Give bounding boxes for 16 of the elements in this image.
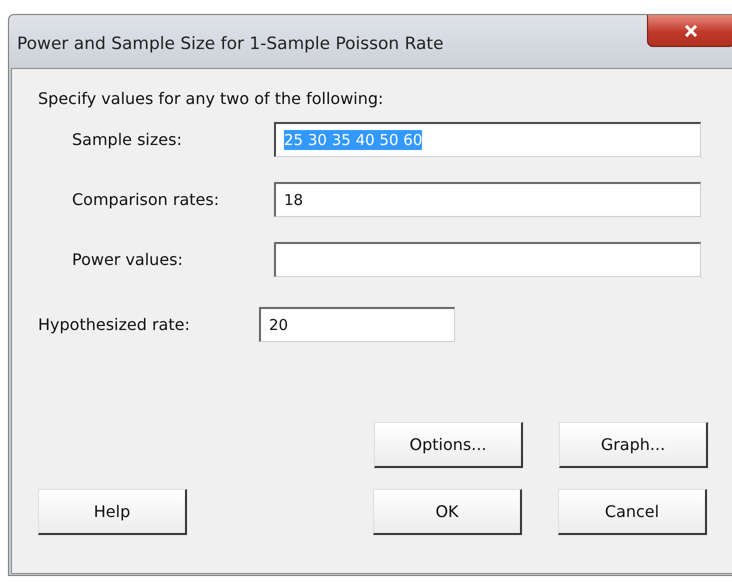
input-field[interactable]: 18 — [274, 182, 701, 217]
field-label: Hypothesized rate: — [38, 315, 191, 334]
field-label: Sample sizes: — [72, 130, 183, 149]
close-icon — [684, 24, 698, 36]
dialog-button[interactable]: Cancel — [558, 489, 707, 535]
dialog-button[interactable]: OK — [373, 489, 522, 535]
input-field[interactable]: 20 — [259, 307, 455, 342]
input-field[interactable] — [274, 242, 701, 277]
field-label: Power values: — [72, 250, 184, 269]
window-title: Power and Sample Size for 1-Sample Poisson Rate — [17, 34, 444, 54]
dialog-button[interactable]: Graph... — [559, 422, 708, 468]
dialog-button[interactable]: Options... — [374, 422, 523, 468]
instruction-text: Specify values for any two of the following: — [38, 89, 384, 108]
close-button[interactable] — [647, 15, 732, 47]
dialog-button[interactable]: Help — [38, 489, 187, 535]
field-label: Comparison rates: — [72, 190, 220, 209]
